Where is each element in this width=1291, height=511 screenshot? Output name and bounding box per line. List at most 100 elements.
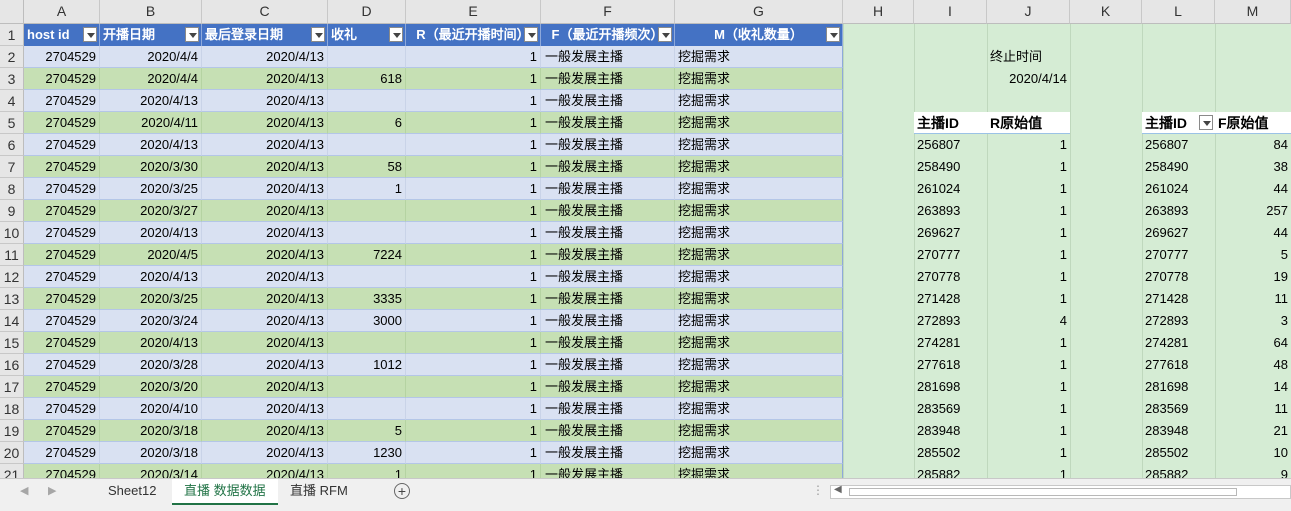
table-cell[interactable]: 挖掘需求 [675, 178, 843, 200]
row-header[interactable]: 11 [0, 244, 24, 266]
r-table-cell[interactable]: 1 [987, 420, 1070, 442]
row-header[interactable]: 12 [0, 266, 24, 288]
table-cell[interactable] [328, 332, 406, 354]
table-cell[interactable]: 一般发展主播 [541, 156, 675, 178]
table-cell[interactable]: 一般发展主播 [541, 354, 675, 376]
table-cell[interactable]: 一般发展主播 [541, 222, 675, 244]
table-header-cell[interactable]: R（最近开播时间） [406, 24, 541, 46]
table-cell[interactable]: 2704529 [24, 376, 100, 398]
table-cell[interactable]: 2020/4/10 [100, 398, 202, 420]
table-cell[interactable]: 3000 [328, 310, 406, 332]
table-cell[interactable]: 挖掘需求 [675, 90, 843, 112]
table-cell[interactable]: 1 [406, 200, 541, 222]
row-header[interactable]: 7 [0, 156, 24, 178]
filter-dropdown-icon[interactable] [311, 27, 325, 42]
table-cell[interactable]: 挖掘需求 [675, 156, 843, 178]
table-cell[interactable]: 挖掘需求 [675, 376, 843, 398]
column-header[interactable]: I [914, 0, 987, 24]
filter-dropdown-icon[interactable] [826, 27, 840, 42]
f-table-cell[interactable]: 11 [1215, 288, 1291, 310]
splitter-handle-icon[interactable]: ⋮ [812, 483, 824, 497]
table-cell[interactable]: 2020/4/13 [100, 332, 202, 354]
r-table-cell[interactable]: 1 [987, 332, 1070, 354]
table-cell[interactable]: 1 [328, 464, 406, 478]
table-cell[interactable]: 2020/3/28 [100, 354, 202, 376]
f-table-cell[interactable]: 48 [1215, 354, 1291, 376]
table-cell[interactable]: 2020/4/13 [100, 90, 202, 112]
r-table-cell[interactable]: 256807 [914, 134, 987, 156]
table-cell[interactable]: 2704529 [24, 464, 100, 478]
table-cell[interactable]: 挖掘需求 [675, 420, 843, 442]
table-cell[interactable]: 2020/4/11 [100, 112, 202, 134]
r-table-cell[interactable]: 274281 [914, 332, 987, 354]
r-table-cell[interactable]: 1 [987, 464, 1070, 478]
table-cell[interactable]: 1 [406, 90, 541, 112]
table-cell[interactable]: 2020/3/18 [100, 420, 202, 442]
table-cell[interactable]: 一般发展主播 [541, 178, 675, 200]
row-header[interactable]: 15 [0, 332, 24, 354]
r-table-cell[interactable]: 1 [987, 266, 1070, 288]
f-table-cell[interactable]: 263893 [1142, 200, 1215, 222]
table-cell[interactable]: 2020/4/13 [202, 244, 328, 266]
table-cell[interactable]: 2020/4/13 [202, 222, 328, 244]
f-table-cell[interactable]: 84 [1215, 134, 1291, 156]
table-cell[interactable]: 2704529 [24, 222, 100, 244]
scroll-left-icon[interactable]: ◀ [834, 484, 842, 495]
table-cell[interactable]: 2020/3/20 [100, 376, 202, 398]
table-cell[interactable]: 1 [406, 156, 541, 178]
table-cell[interactable]: 2704529 [24, 244, 100, 266]
filter-dropdown-icon[interactable] [524, 27, 538, 42]
r-table-cell[interactable]: 271428 [914, 288, 987, 310]
table-cell[interactable]: 1 [406, 134, 541, 156]
table-cell[interactable]: 2020/4/13 [202, 332, 328, 354]
table-cell[interactable]: 3335 [328, 288, 406, 310]
filter-dropdown-icon[interactable] [389, 27, 403, 42]
table-cell[interactable]: 挖掘需求 [675, 46, 843, 68]
r-table-cell[interactable]: 270777 [914, 244, 987, 266]
table-header-cell[interactable]: host id [24, 24, 100, 46]
table-header-cell[interactable]: M（收礼数量） [675, 24, 843, 46]
table-cell[interactable]: 2020/4/13 [202, 310, 328, 332]
table-cell[interactable] [328, 398, 406, 420]
table-cell[interactable]: 挖掘需求 [675, 442, 843, 464]
tab-scroll-left-icon[interactable]: ◀ [20, 484, 28, 497]
r-table-cell[interactable]: 4 [987, 310, 1070, 332]
table-cell[interactable]: 2704529 [24, 90, 100, 112]
table-cell[interactable] [328, 46, 406, 68]
f-table-cell[interactable]: 10 [1215, 442, 1291, 464]
row-header[interactable]: 8 [0, 178, 24, 200]
table-cell[interactable]: 挖掘需求 [675, 134, 843, 156]
table-cell[interactable]: 2020/4/13 [202, 200, 328, 222]
f-table-cell[interactable]: 5 [1215, 244, 1291, 266]
f-table-cell[interactable]: 64 [1215, 332, 1291, 354]
table-cell[interactable]: 1 [406, 46, 541, 68]
table-cell[interactable]: 2704529 [24, 332, 100, 354]
f-table-cell[interactable]: 269627 [1142, 222, 1215, 244]
f-table-cell[interactable]: 261024 [1142, 178, 1215, 200]
table-cell[interactable]: 1 [406, 288, 541, 310]
r-table-cell[interactable]: 281698 [914, 376, 987, 398]
column-header[interactable]: K [1070, 0, 1142, 24]
table-cell[interactable]: 1 [406, 398, 541, 420]
table-cell[interactable]: 2704529 [24, 134, 100, 156]
filter-dropdown-icon[interactable] [658, 27, 672, 42]
table-cell[interactable]: 挖掘需求 [675, 244, 843, 266]
table-cell[interactable]: 一般发展主播 [541, 376, 675, 398]
table-cell[interactable]: 2020/3/14 [100, 464, 202, 478]
tab-scroll-right-icon[interactable]: ▶ [48, 484, 56, 497]
table-cell[interactable]: 1 [406, 376, 541, 398]
table-cell[interactable]: 2020/4/4 [100, 46, 202, 68]
f-table-cell[interactable]: 9 [1215, 464, 1291, 478]
f-table-cell[interactable]: 272893 [1142, 310, 1215, 332]
table-cell[interactable]: 1 [406, 442, 541, 464]
f-table-cell[interactable]: 285502 [1142, 442, 1215, 464]
table-cell[interactable]: 2020/3/25 [100, 178, 202, 200]
r-table-cell[interactable]: 1 [987, 222, 1070, 244]
f-table-cell[interactable]: 21 [1215, 420, 1291, 442]
f-table-cell[interactable]: 258490 [1142, 156, 1215, 178]
table-cell[interactable]: 挖掘需求 [675, 354, 843, 376]
column-header[interactable]: C [202, 0, 328, 24]
table-cell[interactable]: 2020/4/13 [202, 288, 328, 310]
table-cell[interactable]: 挖掘需求 [675, 332, 843, 354]
table-cell[interactable]: 一般发展主播 [541, 310, 675, 332]
